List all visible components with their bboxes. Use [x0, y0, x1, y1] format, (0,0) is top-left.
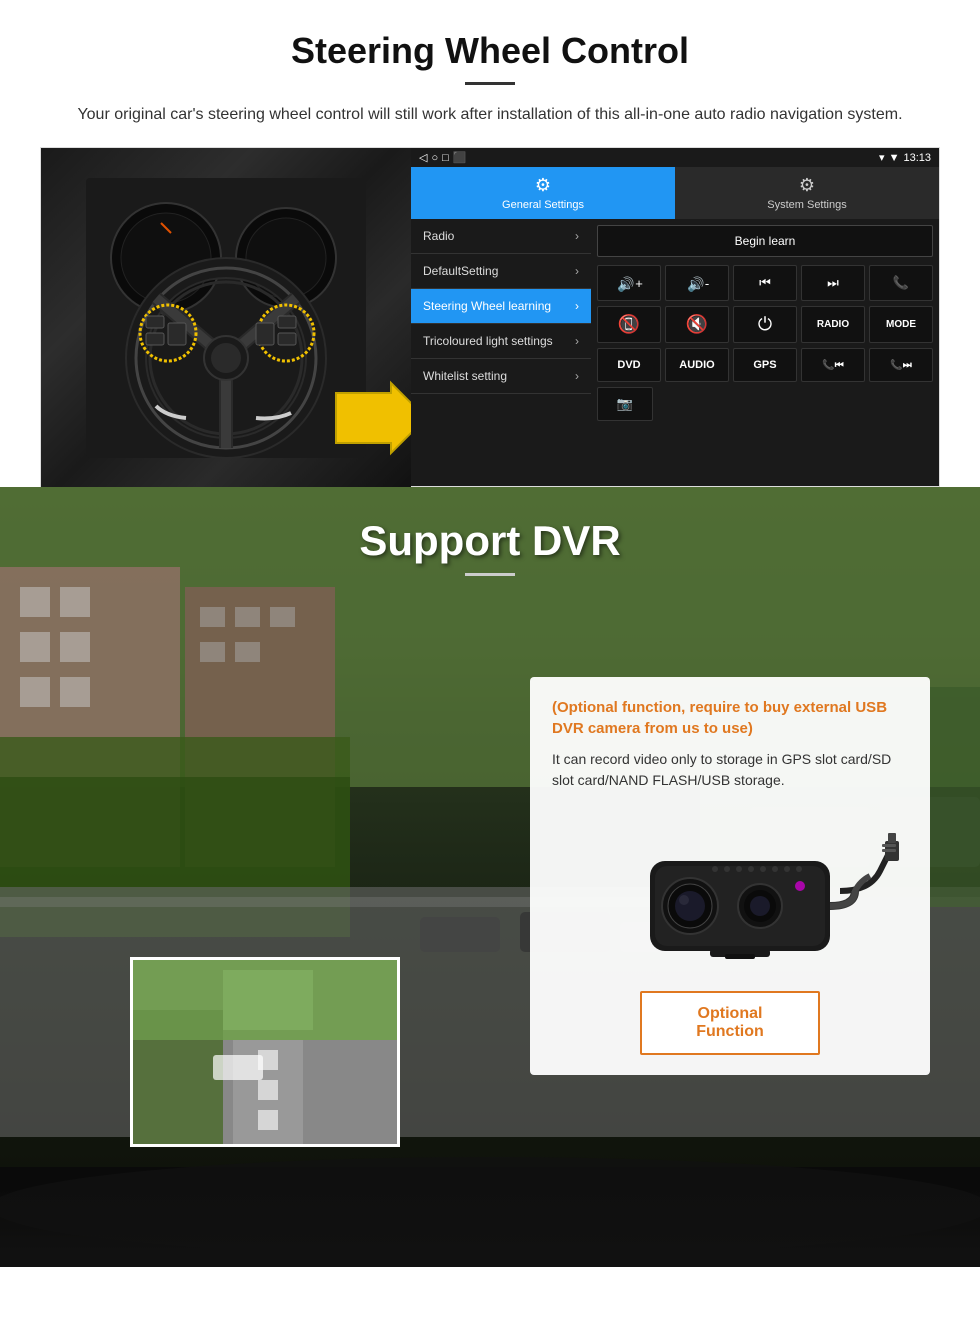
dashboard-bottom [0, 1187, 980, 1267]
menu-arrow-icon: › [575, 369, 579, 383]
dvr-title-area: Support DVR [0, 517, 980, 576]
status-bar: ◁ ○ □ ⬛ ▾ ▼ 13:13 [411, 148, 939, 167]
settings-tabs: ⚙ General Settings ⚙ System Settings [411, 167, 939, 219]
menu-arrow-icon: › [575, 334, 579, 348]
dvr-camera-illustration [552, 806, 908, 976]
dvr-preview-inner [133, 960, 397, 1144]
section-title: Steering Wheel Control [40, 30, 940, 72]
system-gear-icon: ⚙ [799, 175, 815, 196]
control-grid-row1: 🔊+ 🔊- ⏮ ⏭ 📞 [597, 265, 933, 301]
wifi-icon: ▾ [879, 151, 885, 164]
ctrl-dvd[interactable]: DVD [597, 348, 661, 382]
menu-arrow-icon-active: › [575, 299, 579, 313]
ctrl-camera[interactable]: 📷 [597, 387, 653, 421]
ctrl-call-prev[interactable]: 📞⏮ [801, 348, 865, 382]
menu-radio-label: Radio [423, 229, 454, 243]
dvr-preview-svg [133, 960, 400, 1147]
ctrl-vol-up[interactable]: 🔊+ [597, 265, 661, 301]
menu-item-swl[interactable]: Steering Wheel learning › [411, 289, 591, 324]
ctrl-next-track[interactable]: ⏭ [801, 265, 865, 301]
steering-wheel-controls: Begin learn 🔊+ 🔊- ⏮ ⏭ 📞 [591, 219, 939, 486]
tab-general-settings[interactable]: ⚙ General Settings [411, 167, 675, 219]
section-subtitle: Your original car's steering wheel contr… [60, 103, 920, 127]
begin-learn-row: Begin learn [597, 225, 933, 257]
menu-item-radio[interactable]: Radio › [411, 219, 591, 254]
ctrl-hangup[interactable]: 📵 [597, 306, 661, 343]
tab-general-label: General Settings [502, 199, 584, 211]
menu-arrow-icon: › [575, 264, 579, 278]
menu-swl-label: Steering Wheel learning [423, 299, 551, 313]
begin-learn-button[interactable]: Begin learn [597, 225, 933, 257]
android-ui-panel: ◁ ○ □ ⬛ ▾ ▼ 13:13 ⚙ General Settings ⚙ S… [411, 148, 939, 486]
recent-nav[interactable]: □ [442, 152, 449, 164]
control-grid-row2: 📵 🔇 ⏻ RADIO MODE [597, 306, 933, 343]
tab-system-settings[interactable]: ⚙ System Settings [675, 167, 939, 219]
settings-content: Radio › DefaultSetting › Steering Wheel … [411, 219, 939, 486]
steering-wheel-image [86, 178, 366, 458]
steering-wheel-svg [86, 178, 366, 458]
screenshot-nav[interactable]: ⬛ [453, 151, 467, 164]
title-divider [465, 82, 515, 85]
ctrl-gps[interactable]: GPS [733, 348, 797, 382]
optional-function-button[interactable]: Optional Function [640, 991, 820, 1055]
dvr-info-card: (Optional function, require to buy exter… [530, 677, 930, 1075]
section-dvr: Support DVR (Optional [0, 487, 980, 1267]
ctrl-call-next[interactable]: 📞⏭ [869, 348, 933, 382]
dvr-divider [465, 573, 515, 576]
dvr-optional-text: (Optional function, require to buy exter… [552, 697, 908, 739]
menu-arrow-icon: › [575, 229, 579, 243]
signal-icon: ▼ [889, 152, 900, 164]
ctrl-mode[interactable]: MODE [869, 306, 933, 343]
ctrl-vol-down[interactable]: 🔊- [665, 265, 729, 301]
tab-system-label: System Settings [767, 199, 846, 211]
home-nav[interactable]: ○ [431, 152, 438, 164]
section-steering-wheel: Steering Wheel Control Your original car… [0, 0, 980, 487]
menu-default-label: DefaultSetting [423, 264, 498, 278]
ctrl-mute[interactable]: 🔇 [665, 306, 729, 343]
screenshot-composite: ◁ ○ □ ⬛ ▾ ▼ 13:13 ⚙ General Settings ⚙ S… [40, 147, 940, 487]
control-grid-row3: DVD AUDIO GPS 📞⏮ 📞⏭ [597, 348, 933, 382]
control-grid-row4: 📷 [597, 387, 933, 421]
direction-arrow [331, 378, 411, 458]
steering-wheel-photo [41, 148, 411, 488]
menu-item-whitelist[interactable]: Whitelist setting › [411, 359, 591, 394]
settings-menu: Radio › DefaultSetting › Steering Wheel … [411, 219, 591, 486]
back-nav[interactable]: ◁ [419, 151, 427, 164]
ctrl-prev-track[interactable]: ⏮ [733, 265, 797, 301]
menu-item-tricoloured[interactable]: Tricoloured light settings › [411, 324, 591, 359]
ctrl-power[interactable]: ⏻ [733, 306, 797, 343]
dvr-title: Support DVR [0, 517, 980, 565]
menu-whitelist-label: Whitelist setting [423, 369, 507, 383]
ctrl-audio[interactable]: AUDIO [665, 348, 729, 382]
gear-icon: ⚙ [535, 175, 551, 196]
time-display: 13:13 [903, 152, 931, 164]
menu-item-default[interactable]: DefaultSetting › [411, 254, 591, 289]
dvr-description: It can record video only to storage in G… [552, 749, 908, 791]
svg-text:🔊: 🔊 [687, 275, 704, 293]
dvr-camera-svg [560, 811, 900, 971]
ctrl-radio[interactable]: RADIO [801, 306, 865, 343]
menu-tricoloured-label: Tricoloured light settings [423, 334, 553, 348]
ctrl-call[interactable]: 📞 [869, 265, 933, 301]
svg-text:🔊: 🔊 [617, 275, 634, 293]
dvr-preview-image [130, 957, 400, 1147]
